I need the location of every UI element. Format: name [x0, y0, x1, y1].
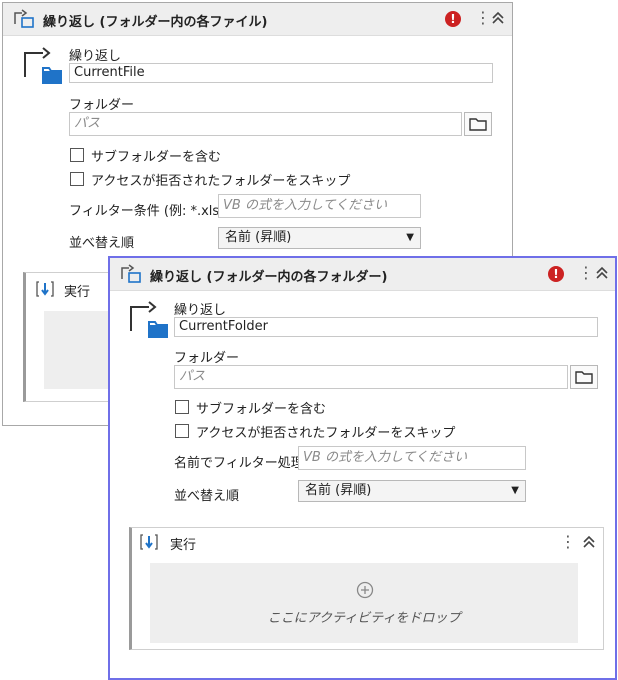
for-each-folder-activity[interactable]: 繰り返し (フォルダー内の各フォルダー) ! ⋮ 繰り返し CurrentFol…: [108, 256, 617, 680]
sort-order-value: 名前 (昇順): [305, 483, 372, 498]
filter-label: フィルター条件 (例: *.xlsx): [69, 204, 232, 219]
folder-icon: [469, 118, 487, 131]
loop-folder-icon: [127, 297, 171, 345]
filter-input[interactable]: VB の式を入力してください: [298, 446, 526, 470]
filter-input[interactable]: VB の式を入力してください: [218, 194, 421, 218]
loop-folder-icon: [21, 43, 65, 91]
drop-zone-hint: ここにアクティビティをドロップ: [267, 611, 461, 626]
loop-variable-input[interactable]: CurrentFolder: [174, 317, 598, 337]
more-options-icon[interactable]: ⋮: [560, 533, 576, 551]
drop-zone[interactable]: ここにアクティビティをドロップ: [150, 563, 578, 643]
folder-path-input[interactable]: パス: [69, 112, 462, 136]
error-icon[interactable]: !: [548, 266, 564, 282]
loop-variable-label: 繰り返し: [174, 303, 227, 318]
folder-path-input[interactable]: パス: [174, 365, 568, 389]
body-title: 実行: [170, 538, 197, 553]
folder-label: フォルダー: [69, 98, 135, 113]
include-subfolders-label: サブフォルダーを含む: [91, 150, 222, 165]
loop-activity-icon: [120, 264, 142, 288]
body-title: 実行: [64, 285, 91, 300]
dropdown-arrow-icon: ▼: [406, 232, 414, 243]
browse-folder-button[interactable]: [464, 112, 492, 136]
activity-title: 繰り返し (フォルダー内の各フォルダー): [150, 270, 388, 285]
skip-denied-checkbox[interactable]: [70, 172, 84, 186]
loop-activity-icon: [13, 9, 35, 33]
sort-order-select[interactable]: 名前 (昇順) ▼: [218, 227, 421, 249]
activity-header[interactable]: 繰り返し (フォルダー内の各フォルダー) ! ⋮: [110, 258, 615, 291]
sort-order-value: 名前 (昇順): [225, 230, 292, 245]
folder-icon: [575, 371, 593, 384]
include-subfolders-checkbox[interactable]: [70, 148, 84, 162]
skip-denied-label: アクセスが拒否されたフォルダーをスキップ: [196, 426, 456, 441]
loop-variable-input[interactable]: CurrentFile: [69, 63, 493, 83]
more-options-icon[interactable]: ⋮: [578, 264, 594, 282]
more-options-icon[interactable]: ⋮: [475, 9, 491, 27]
sequence-icon: [140, 533, 158, 555]
folder-label: フォルダー: [174, 351, 240, 366]
skip-denied-checkbox[interactable]: [175, 424, 189, 438]
include-subfolders-label: サブフォルダーを含む: [196, 402, 327, 417]
sort-order-select[interactable]: 名前 (昇順) ▼: [298, 480, 526, 502]
collapse-chevron-icon[interactable]: [582, 534, 596, 554]
body-sequence[interactable]: 実行 ⋮ ここにアクティビティをドロップ: [129, 527, 604, 650]
dropdown-arrow-icon: ▼: [511, 485, 519, 496]
sequence-icon: [36, 280, 54, 302]
add-activity-icon[interactable]: [356, 581, 374, 603]
filter-label: 名前でフィルター処理: [174, 456, 304, 471]
collapse-chevron-icon[interactable]: [491, 10, 505, 30]
sort-order-label: 並べ替え順: [174, 489, 240, 504]
include-subfolders-checkbox[interactable]: [175, 400, 189, 414]
activity-title: 繰り返し (フォルダー内の各ファイル): [43, 15, 268, 30]
loop-variable-label: 繰り返し: [69, 49, 122, 64]
collapse-chevron-icon[interactable]: [595, 265, 609, 285]
error-icon[interactable]: !: [445, 11, 461, 27]
skip-denied-label: アクセスが拒否されたフォルダーをスキップ: [91, 174, 351, 189]
browse-folder-button[interactable]: [570, 365, 598, 389]
activity-header[interactable]: 繰り返し (フォルダー内の各ファイル) ! ⋮: [3, 3, 512, 36]
sort-order-label: 並べ替え順: [69, 236, 135, 251]
